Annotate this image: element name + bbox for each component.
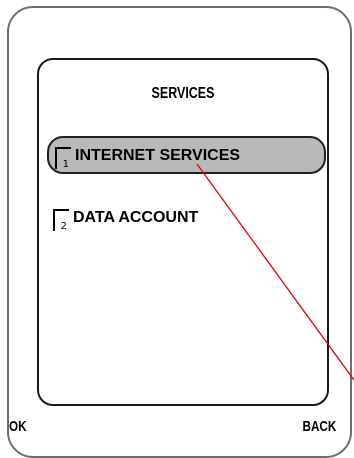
menu-item-internet-services[interactable]: 1 INTERNET SERVICES: [47, 136, 326, 174]
item-number: 1: [62, 159, 69, 170]
menu-item-label: INTERNET SERVICES: [75, 147, 241, 164]
menu-item-data-account[interactable]: 2 DATA ACCOUNT: [47, 200, 326, 238]
menu-item-label: DATA ACCOUNT: [73, 209, 199, 226]
item-number: 2: [60, 221, 67, 232]
phone-screen: SERVICES 1 INTERNET SERVICES 2 DATA ACCO…: [37, 58, 329, 406]
item-number-box: 2: [53, 209, 69, 232]
ok-softkey[interactable]: OK: [9, 418, 27, 435]
screen-title: SERVICES: [151, 85, 215, 102]
item-number-box: 1: [55, 147, 71, 170]
back-softkey[interactable]: BACK: [302, 418, 336, 435]
